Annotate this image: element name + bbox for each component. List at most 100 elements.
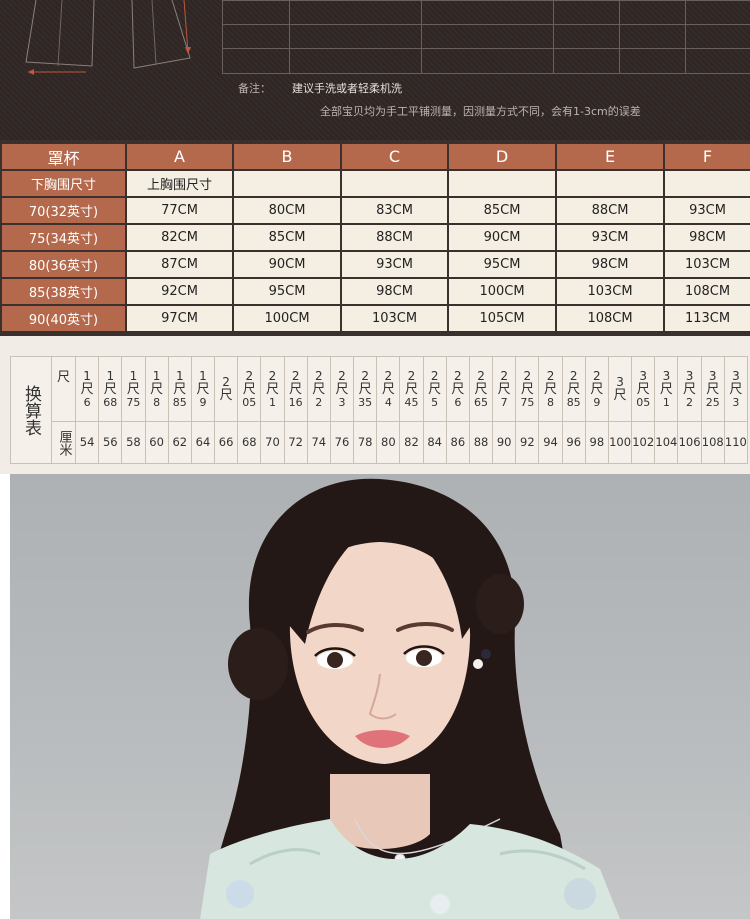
cm-value-cell: 70 <box>260 421 284 463</box>
chi-value-unit: 尺 <box>729 381 743 397</box>
cm-value-cell: 106 <box>677 421 701 463</box>
chi-value-bottom: 4 <box>384 395 392 409</box>
cm-value-cell: 104 <box>654 421 678 463</box>
cm-value-cell: 58 <box>121 421 145 463</box>
cm-value-cell: 96 <box>561 421 585 463</box>
chi-value-cell: 1尺8 <box>144 357 168 421</box>
bust-size-cell: 88CM <box>342 225 447 250</box>
note-label: 备注： <box>238 82 271 95</box>
chi-value-top: 2 <box>314 368 323 383</box>
chi-value-top: 2 <box>338 368 346 383</box>
cm-value-cell: 78 <box>353 421 377 463</box>
chi-value-unit: 尺 <box>196 381 210 397</box>
bust-size-cell: 98CM <box>665 225 750 250</box>
underbust-size-label: 80(36英寸) <box>2 252 125 277</box>
grid-line <box>685 0 686 74</box>
chi-value-top: 2 <box>407 368 416 383</box>
cm-value-cell: 102 <box>631 421 655 463</box>
chi-value-cell: 3 尺 05 <box>631 357 654 421</box>
bust-size-cell: 85CM <box>449 198 555 223</box>
grid-line <box>223 48 750 49</box>
cup-header: 罩杯 <box>2 144 125 169</box>
cm-value-cell: 90 <box>492 421 516 463</box>
chi-value-top: 1 <box>129 368 138 383</box>
bust-size-cell: 80CM <box>234 198 340 223</box>
chi-value-top: 2 <box>454 368 462 383</box>
chi-value-top: 2 <box>569 368 578 383</box>
chi-value-unit: 尺 <box>590 381 604 397</box>
underbust-size-label: 70(32英寸) <box>2 198 125 223</box>
bust-size-cell: 90CM <box>449 225 555 250</box>
bust-size-cell: 88CM <box>557 198 663 223</box>
chi-value-bottom: 68 <box>103 395 118 409</box>
chi-value-top: 2 <box>523 368 532 383</box>
chi-value-cell: 3尺1 <box>654 357 677 421</box>
bust-size-cell: 113CM <box>665 306 750 331</box>
chi-value-cell: 3尺 <box>607 357 631 421</box>
chi-value-cell: 2 尺 75 <box>515 357 538 421</box>
chi-value-bottom: 3 <box>732 395 740 409</box>
chi-value-cell: 2尺 <box>214 357 237 421</box>
chi-value-bottom: 8 <box>153 395 161 409</box>
cm-value-cell: 64 <box>190 421 215 463</box>
chi-value-bottom: 25 <box>705 395 720 409</box>
chi-value-top: 1 <box>106 368 115 383</box>
grid-line <box>421 0 422 74</box>
cup-b-header: B <box>234 144 340 169</box>
wash-instruction: 建议手洗或者轻柔机洗 <box>292 82 402 95</box>
chi-value-top: 3 <box>685 368 694 383</box>
empty-cell <box>234 171 340 196</box>
bust-size-cell: 93CM <box>557 225 663 250</box>
chi-value-top: 2 <box>361 368 369 383</box>
bust-size-cell: 98CM <box>557 252 663 277</box>
cm-value-cell: 82 <box>399 421 423 463</box>
bust-size-cell: 103CM <box>557 279 663 304</box>
empty-cell <box>557 171 663 196</box>
model-photo <box>0 474 750 919</box>
chi-value-unit: 尺 <box>474 381 488 397</box>
cm-value-cell: 94 <box>538 421 562 463</box>
chi-value-unit: 尺 <box>265 381 279 397</box>
chi-value-bottom: 2 <box>315 395 323 409</box>
chi-value-bottom: 7 <box>500 395 508 409</box>
empty-cell <box>665 171 750 196</box>
cup-f-header: F <box>665 144 750 169</box>
chi-value-bottom: 3 <box>338 395 346 409</box>
chi-value-unit: 尺 <box>544 381 558 397</box>
conversion-title: 换算表 <box>21 384 41 436</box>
grid-line <box>619 0 620 74</box>
bust-size-cell: 90CM <box>234 252 340 277</box>
chi-value-bottom: 6 <box>454 395 462 409</box>
chi-value-cell: 3尺3 <box>723 357 747 421</box>
cm-value-cell: 100 <box>607 421 632 463</box>
bust-size-cell: 82CM <box>127 225 232 250</box>
chi-value-top: 2 <box>500 368 508 383</box>
bust-size-cell: 95CM <box>234 279 340 304</box>
grid-line <box>223 24 750 25</box>
chi-value-cell: 1 尺 68 <box>98 357 121 421</box>
bust-size-cell: 93CM <box>665 198 750 223</box>
chi-value-unit: 尺 <box>659 381 673 397</box>
chi-value-unit: 尺 <box>567 381 581 397</box>
chi-value-cell: 2尺7 <box>492 357 515 421</box>
chi-value-top: 2 <box>546 368 555 383</box>
chi-value-bottom: 05 <box>242 395 257 409</box>
bust-size-cell: 97CM <box>127 306 232 331</box>
chi-value-unit: 尺 <box>683 381 697 397</box>
chi-value-unit: 尺 <box>613 388 627 403</box>
cup-d-header: D <box>449 144 555 169</box>
chi-value-cell: 2 尺 85 <box>561 357 585 421</box>
chi-value-top: 2 <box>268 368 277 383</box>
cm-value-cell: 56 <box>98 421 122 463</box>
bust-size-cell: 108CM <box>665 279 750 304</box>
chi-value-top: 2 <box>291 368 300 383</box>
underbust-size-label: 75(34英寸) <box>2 225 125 250</box>
chi-value-unit: 尺 <box>126 381 140 397</box>
model-portrait <box>200 478 620 919</box>
chi-value-unit: 尺 <box>358 381 372 397</box>
chi-value-unit: 尺 <box>173 381 187 397</box>
chi-value-top: 2 <box>384 368 393 383</box>
chi-value-bottom: 6 <box>83 395 91 409</box>
chi-value-bottom: 45 <box>404 395 419 409</box>
chi-value-cell: 2 尺 05 <box>237 357 260 421</box>
